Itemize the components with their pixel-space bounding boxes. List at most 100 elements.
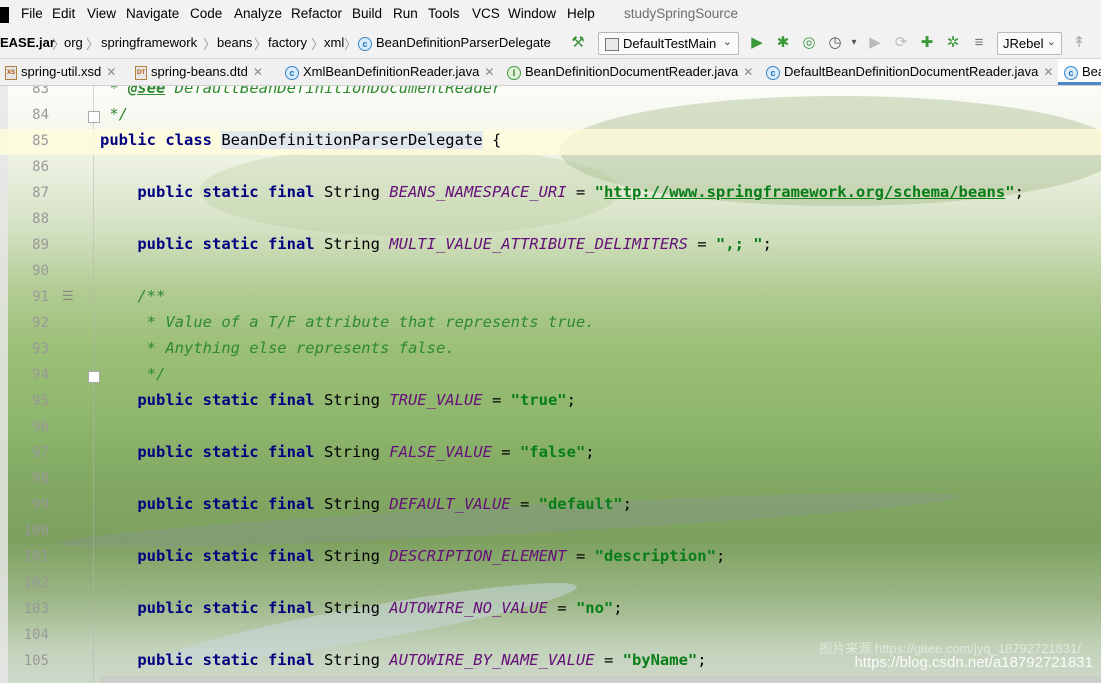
fold-end-icon[interactable]	[88, 371, 100, 383]
line-number: 83	[32, 86, 49, 97]
breadcrumb-jar[interactable]: EASE.jar	[0, 35, 55, 50]
code-line: 97 public static final String FALSE_VALU…	[0, 441, 1101, 467]
breadcrumb-springframework[interactable]: springframework	[101, 35, 197, 50]
line-number: 102	[23, 575, 49, 591]
attach-debugger-icon: ⟳	[894, 34, 908, 51]
code-text: public class BeanDefinitionParserDelegat…	[100, 131, 502, 149]
build-hammer-icon[interactable]: ⚒	[569, 33, 587, 53]
line-number: 100	[23, 523, 49, 539]
breadcrumb-xml[interactable]: xml	[324, 35, 344, 50]
line-number: 90	[32, 263, 49, 279]
code-text: public static final String BEANS_NAMESPA…	[137, 183, 1024, 201]
class-icon: c	[766, 65, 780, 80]
line-number: 96	[32, 419, 49, 435]
close-icon[interactable]: ✕	[743, 65, 753, 79]
line-number: 87	[32, 185, 49, 201]
code-text: public static final String MULTI_VALUE_A…	[137, 235, 772, 253]
fold-end-icon[interactable]	[88, 111, 100, 123]
horizontal-scrollbar[interactable]	[100, 676, 1101, 683]
configuration-icon	[605, 38, 619, 51]
menu-run[interactable]: Run	[393, 6, 418, 21]
xsd-file-icon: XS	[5, 65, 17, 80]
intellij-logo-icon[interactable]	[0, 7, 9, 23]
code-text: public static final String DESCRIPTION_E…	[137, 547, 726, 565]
code-text: public static final String FALSE_VALUE =…	[137, 443, 595, 461]
menu-file[interactable]: File	[21, 6, 43, 21]
code-line: 103 public static final String AUTOWIRE_…	[0, 597, 1101, 623]
render-doc-icon[interactable]: ☰	[62, 288, 74, 304]
coverage-icon[interactable]: ◎	[800, 33, 818, 53]
tab-xml-bean-definition-reader[interactable]: c XmlBeanDefinitionReader.java ✕	[285, 59, 494, 85]
code-editor[interactable]: 83 * @see DefaultBeanDefinitionDocumentR…	[0, 86, 1101, 683]
code-line: 98	[0, 467, 1101, 493]
tab-bean-definition-parser-delegate[interactable]: cBea	[1058, 59, 1101, 85]
breadcrumb-separator-icon: 〉	[86, 37, 100, 52]
tab-spring-beans-dtd[interactable]: DT spring-beans.dtd ✕	[135, 59, 263, 85]
jrebel-selector[interactable]: JRebel ⌄	[997, 32, 1062, 55]
project-title: studySpringSource	[624, 6, 739, 21]
jrebel-settings-icon[interactable]: ≡	[970, 33, 988, 53]
interface-icon: I	[507, 65, 521, 80]
code-line: 86	[0, 155, 1101, 181]
menu-tools[interactable]: Tools	[428, 6, 460, 21]
menu-build[interactable]: Build	[352, 6, 382, 21]
profiler-dropdown-icon[interactable]: ▾	[845, 33, 863, 53]
code-text: */	[100, 105, 128, 123]
jrebel-run-icon[interactable]: ✚	[918, 33, 936, 53]
run-icon[interactable]: ▶	[748, 33, 766, 53]
line-number: 88	[32, 211, 49, 227]
code-line: 102	[0, 571, 1101, 597]
close-icon[interactable]: ✕	[106, 65, 116, 79]
menu-refactor[interactable]: Refactor	[291, 6, 342, 21]
menu-analyze[interactable]: Analyze	[234, 6, 282, 21]
breadcrumb-current-class[interactable]: c BeanDefinitionParserDelegate	[358, 35, 551, 51]
line-number: 84	[32, 107, 49, 123]
code-line: 89 public static final String MULTI_VALU…	[0, 233, 1101, 259]
debug-icon[interactable]: ✱	[774, 33, 792, 53]
code-line: 95 public static final String TRUE_VALUE…	[0, 389, 1101, 415]
breadcrumb-separator-icon: 〉	[254, 37, 268, 52]
line-number: 97	[32, 445, 49, 461]
close-icon[interactable]: ✕	[253, 65, 263, 79]
code-text: public static final String DEFAULT_VALUE…	[137, 495, 632, 513]
tab-default-bean-definition-document-reader[interactable]: c DefaultBeanDefinitionDocumentReader.jav…	[766, 59, 1053, 85]
run-configuration-selector[interactable]: DefaultTestMain ⌄	[598, 32, 739, 55]
tab-bean-definition-document-reader[interactable]: I BeanDefinitionDocumentReader.java ✕	[507, 59, 753, 85]
line-number: 86	[32, 159, 49, 175]
line-number: 93	[32, 341, 49, 357]
update-icon[interactable]: ↟	[1070, 33, 1088, 53]
chevron-down-icon: ⌄	[722, 36, 732, 48]
profiler-icon[interactable]: ◷	[826, 33, 844, 53]
jrebel-debug-icon[interactable]: ✲	[944, 33, 962, 53]
code-line: 96	[0, 415, 1101, 441]
menu-view[interactable]: View	[87, 6, 116, 21]
breadcrumb-beans[interactable]: beans	[217, 35, 252, 50]
breadcrumb-org[interactable]: org	[64, 35, 83, 50]
close-icon[interactable]: ✕	[1043, 65, 1053, 79]
breadcrumb-factory[interactable]: factory	[268, 35, 307, 50]
code-line: 85 public class BeanDefinitionParserDele…	[0, 129, 1101, 155]
breadcrumb-separator-icon: 〉	[344, 37, 358, 52]
code-text: * @see DefaultBeanDefinitionDocumentRead…	[100, 86, 502, 97]
line-number: 104	[23, 627, 49, 643]
line-number: 99	[32, 497, 49, 513]
menu-vcs[interactable]: VCS	[472, 6, 500, 21]
class-icon: c	[285, 65, 299, 80]
code-line: 83 * @see DefaultBeanDefinitionDocumentR…	[0, 86, 1101, 103]
code-text: * Value of a T/F attribute that represen…	[100, 313, 595, 331]
run-disabled-icon: ▶	[869, 34, 881, 51]
code-text: public static final String AUTOWIRE_NO_V…	[137, 599, 623, 617]
tab-spring-util-xsd[interactable]: XS spring-util.xsd ✕	[5, 59, 116, 85]
menu-edit[interactable]: Edit	[52, 6, 75, 21]
code-line: 101 public static final String DESCRIPTI…	[0, 545, 1101, 571]
line-number: 103	[23, 601, 49, 617]
menu-help[interactable]: Help	[567, 6, 595, 21]
close-icon[interactable]: ✕	[484, 65, 494, 79]
menu-window[interactable]: Window	[508, 6, 556, 21]
watermark: https://blog.csdn.net/a18792721831	[854, 654, 1093, 671]
menu-navigate[interactable]: Navigate	[126, 6, 179, 21]
line-number: 91	[32, 289, 49, 305]
navigation-bar: EASE.jar 〉 org 〉 springframework 〉 beans…	[0, 30, 1101, 59]
menu-code[interactable]: Code	[190, 6, 222, 21]
code-line: 84 */	[0, 103, 1101, 129]
